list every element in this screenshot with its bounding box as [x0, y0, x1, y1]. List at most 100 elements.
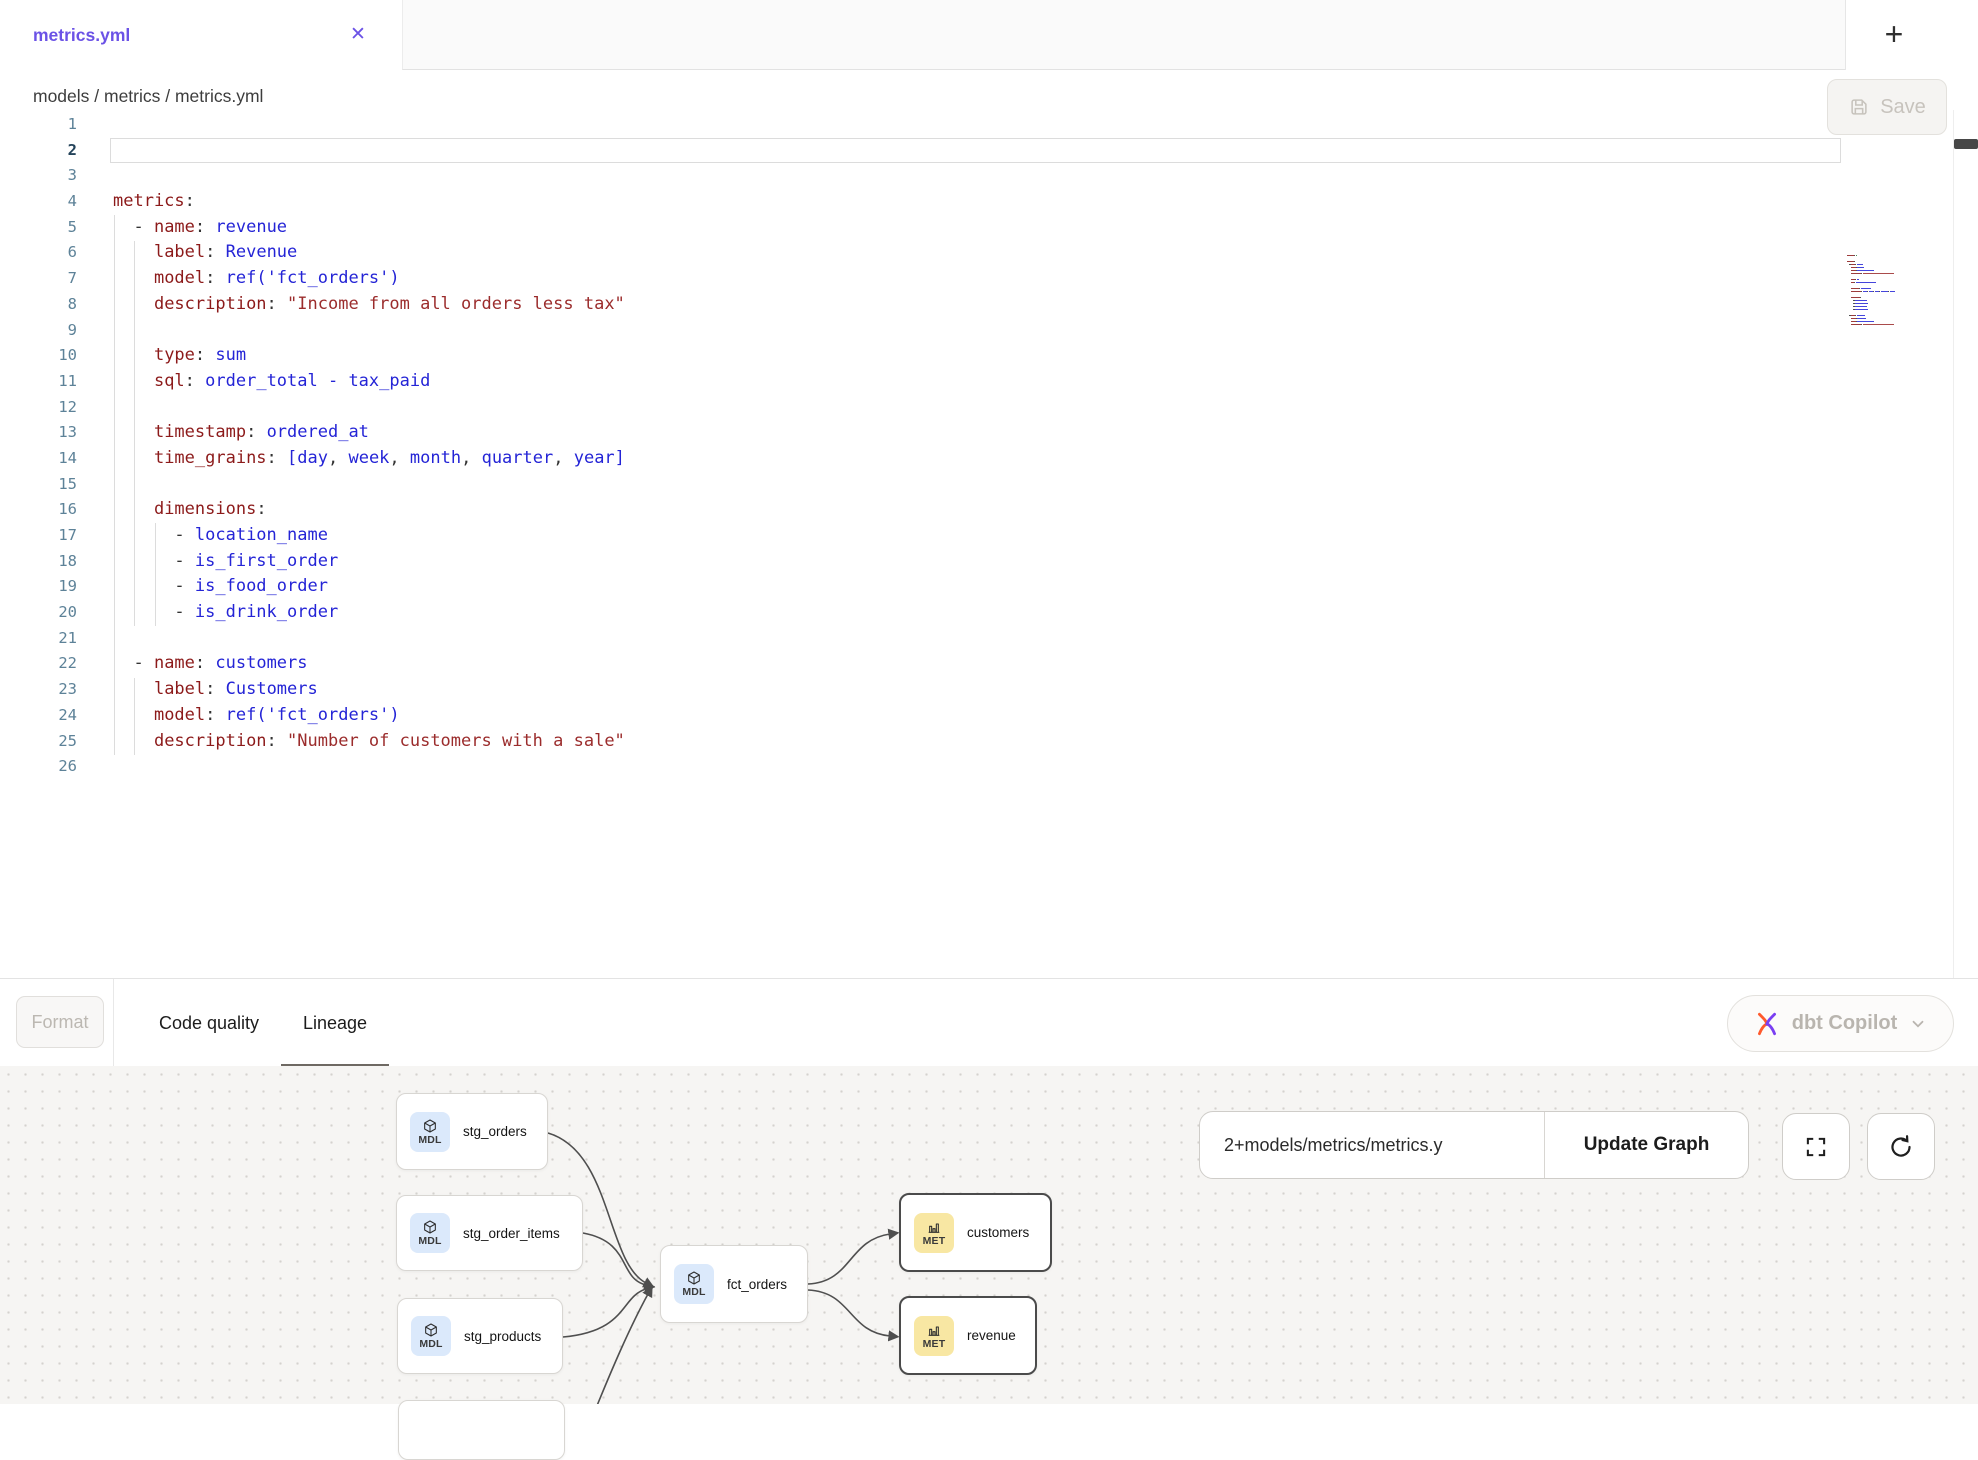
code-line[interactable]: 14 time_grains: [day, week, month, quart… — [0, 446, 1845, 472]
code-line[interactable]: 13 timestamp: ordered_at — [0, 420, 1845, 446]
code-line[interactable]: 19 - is_food_order — [0, 574, 1845, 600]
code-editor[interactable]: 12version: 234metrics:5 - name: revenue6… — [0, 110, 1978, 978]
code-line[interactable]: 15 — [0, 472, 1845, 498]
code-text: model: ref('fct_orders') — [113, 266, 400, 292]
lineage-node-fct_orders[interactable]: MDLfct_orders — [660, 1245, 808, 1323]
save-label: Save — [1880, 96, 1926, 119]
code-text: - name: revenue — [113, 215, 287, 241]
code-text: description: "Income from all orders les… — [113, 292, 625, 318]
breadcrumb: models / metrics / metrics.yml — [33, 86, 263, 107]
node-label: revenue — [967, 1328, 1016, 1343]
line-number: 23 — [0, 677, 77, 703]
code-text: model: ref('fct_orders') — [113, 703, 400, 729]
code-text: type: sum — [113, 343, 246, 369]
metric-badge: MET — [914, 1316, 954, 1356]
line-number: 11 — [0, 369, 77, 395]
tab-lineage[interactable]: Lineage — [294, 979, 376, 1067]
code-line[interactable]: 10 type: sum — [0, 343, 1845, 369]
lineage-node-revenue[interactable]: MET revenue — [899, 1296, 1037, 1375]
line-number: 2 — [0, 138, 77, 164]
scrollbar-track — [1953, 110, 1954, 978]
code-text: label: Customers — [113, 677, 318, 703]
line-number: 12 — [0, 395, 77, 421]
code-text: - name: customers — [113, 651, 308, 677]
lineage-node-stg_orders[interactable]: MDLstg_orders — [396, 1093, 548, 1170]
bar-chart-icon — [926, 1219, 942, 1235]
divider — [113, 979, 114, 1067]
format-button[interactable]: Format — [16, 996, 104, 1048]
graph-search-control: Update Graph — [1199, 1111, 1749, 1179]
code-line[interactable]: 16 dimensions: — [0, 497, 1845, 523]
plus-icon[interactable]: + — [1870, 10, 1918, 58]
code-line[interactable]: 9 — [0, 318, 1845, 344]
line-number: 13 — [0, 420, 77, 446]
code-line[interactable]: 4metrics: — [0, 189, 1845, 215]
copilot-label: dbt Copilot — [1792, 1012, 1898, 1035]
save-button[interactable]: Save — [1827, 79, 1947, 135]
current-line-highlight — [110, 138, 1841, 164]
code-line[interactable]: 5 - name: revenue — [0, 215, 1845, 241]
dbt-copilot-button[interactable]: dbt Copilot — [1727, 995, 1954, 1052]
model-badge: MDL — [674, 1264, 714, 1304]
line-number: 5 — [0, 215, 77, 241]
cube-icon — [422, 1118, 438, 1134]
chevron-down-icon — [1909, 1015, 1927, 1033]
new-tab-area: + — [1845, 0, 1978, 70]
line-number: 15 — [0, 472, 77, 498]
indent-guide — [134, 678, 135, 755]
close-icon[interactable]: ✕ — [344, 21, 372, 49]
model-badge: MDL — [410, 1213, 450, 1253]
refresh-button[interactable] — [1867, 1113, 1935, 1180]
tab-metrics-yml[interactable]: metrics.yml — [0, 0, 402, 70]
bar-chart-icon — [926, 1322, 942, 1338]
metric-badge: MET — [914, 1213, 954, 1253]
update-graph-button[interactable]: Update Graph — [1544, 1112, 1748, 1178]
line-number: 25 — [0, 729, 77, 755]
code-text: dimensions: — [113, 497, 267, 523]
fullscreen-button[interactable] — [1782, 1113, 1850, 1180]
lineage-node-customers[interactable]: METcustomers — [899, 1193, 1052, 1272]
code-line[interactable]: 20 - is_drink_order — [0, 600, 1845, 626]
tab-bar: metrics.yml ✕ + — [0, 0, 1978, 70]
indent-guide — [114, 215, 115, 755]
code-line[interactable]: 17 - location_name — [0, 523, 1845, 549]
code-line[interactable]: 18 - is_first_order — [0, 549, 1845, 575]
code-line[interactable]: 22 - name: customers — [0, 651, 1845, 677]
code-line[interactable]: 7 model: ref('fct_orders') — [0, 266, 1845, 292]
model-badge: MDL — [411, 1316, 451, 1356]
indent-guide — [155, 523, 156, 626]
minimap[interactable] — [1847, 251, 1907, 329]
tab-label: metrics.yml — [33, 25, 130, 46]
code-line[interactable]: 1 — [0, 112, 1845, 138]
code-line[interactable]: 2version: 2 — [0, 138, 1845, 164]
code-line[interactable]: 11 sql: order_total - tax_paid — [0, 369, 1845, 395]
code-line[interactable]: 23 label: Customers — [0, 677, 1845, 703]
code-line[interactable]: 6 label: Revenue — [0, 240, 1845, 266]
node-label: stg_products — [464, 1329, 541, 1344]
lineage-node-partial_node[interactable] — [398, 1400, 565, 1460]
graph-search-input[interactable] — [1200, 1112, 1544, 1178]
code-text: - is_first_order — [113, 549, 338, 575]
code-line[interactable]: 26 — [0, 754, 1845, 780]
line-number: 21 — [0, 626, 77, 652]
line-number: 8 — [0, 292, 77, 318]
code-line[interactable]: 25 description: "Number of customers wit… — [0, 729, 1845, 755]
line-number: 17 — [0, 523, 77, 549]
code-line[interactable]: 21 — [0, 626, 1845, 652]
tab-code-quality[interactable]: Code quality — [147, 979, 271, 1067]
lineage-node-stg_products[interactable]: MDL stg_products — [397, 1298, 563, 1374]
code-line[interactable]: 12 — [0, 395, 1845, 421]
line-number: 3 — [0, 163, 77, 189]
line-number: 7 — [0, 266, 77, 292]
code-line[interactable]: 3 — [0, 163, 1845, 189]
code-text: sql: order_total - tax_paid — [113, 369, 430, 395]
code-text: description: "Number of customers with a… — [113, 729, 625, 755]
code-line[interactable]: 8 description: "Income from all orders l… — [0, 292, 1845, 318]
line-number: 6 — [0, 240, 77, 266]
lineage-node-stg_order_items[interactable]: MDLstg_order_items — [396, 1195, 583, 1271]
scrollbar-thumb[interactable] — [1954, 139, 1978, 149]
cube-icon — [422, 1219, 438, 1235]
bottom-panel-header: Format Code quality Lineage dbt Copilot — [0, 978, 1978, 1066]
code-line[interactable]: 24 model: ref('fct_orders') — [0, 703, 1845, 729]
code-text: metrics: — [113, 189, 195, 215]
